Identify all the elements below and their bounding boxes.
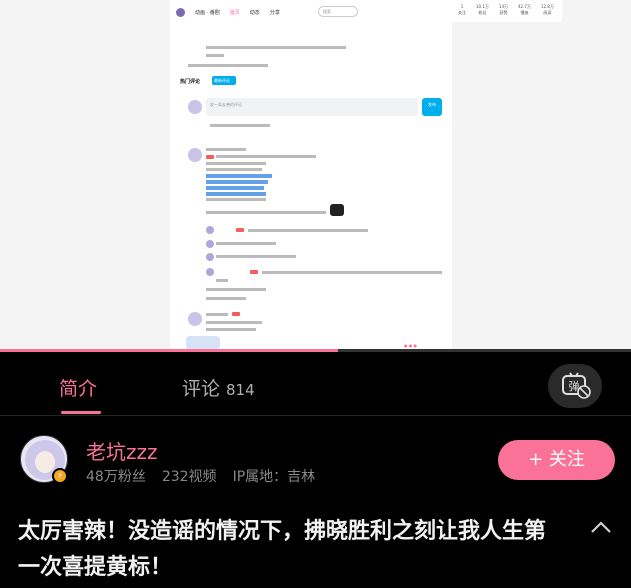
video-embedded-nav: 动画 · 番剧 首页 动态 分享 xyxy=(176,4,280,20)
embedded-nav-item: 动态 xyxy=(249,9,260,16)
embedded-text-line xyxy=(206,288,266,291)
embedded-comment-avatar xyxy=(188,148,202,162)
embedded-nav-item: 动画 · 番剧 xyxy=(195,9,220,16)
tab-comments-label: 评论 xyxy=(182,378,221,400)
video-player[interactable]: 动画 · 番剧 首页 动态 分享 搜索 1 关注 10.1万 粉丝 14万 获赞 42… xyxy=(0,0,631,350)
embedded-level-tag xyxy=(232,312,240,316)
tab-comments[interactable]: 评论 814 xyxy=(182,374,255,401)
uploader-meta: 48万粉丝 232视频 IP属地：吉林 xyxy=(86,466,315,486)
embedded-nav-item: 分享 xyxy=(269,9,280,16)
embedded-stat: 42.7万 播放 xyxy=(518,4,531,15)
embedded-level-tag xyxy=(206,155,214,159)
detail-tabs: 简介 评论 814 弹 xyxy=(0,352,631,416)
embedded-stats: 1 关注 10.1万 粉丝 14万 获赞 42.7万 播放 12.8万 阅读 xyxy=(458,4,554,16)
danmaku-toggle-button[interactable]: 弹 xyxy=(548,364,602,408)
chevron-up-icon[interactable] xyxy=(590,520,612,534)
embedded-text-line xyxy=(206,297,246,300)
embedded-footer-text: ● ● ● xyxy=(404,343,418,348)
embedded-reply-avatar xyxy=(206,240,214,248)
embedded-reply-avatar xyxy=(206,253,214,261)
embedded-avatar xyxy=(176,7,185,17)
embedded-text-line xyxy=(248,229,368,232)
embedded-text-line xyxy=(206,54,224,57)
embedded-highlight xyxy=(206,174,272,178)
embedded-send-button: 发布 xyxy=(422,98,442,116)
embedded-text-line xyxy=(206,313,228,316)
embedded-text-line xyxy=(206,162,266,165)
tab-intro-label: 简介 xyxy=(59,378,98,400)
embedded-text-line xyxy=(206,46,346,49)
video-letterbox-right xyxy=(452,0,631,350)
embedded-tab-hot: 热门评论 xyxy=(180,79,201,85)
embedded-stat: 1 关注 xyxy=(458,4,466,15)
tab-active-indicator xyxy=(61,411,101,414)
embedded-text-line xyxy=(216,255,296,258)
embedded-text-line xyxy=(206,321,262,324)
embedded-nav-item: 首页 xyxy=(229,9,240,16)
embedded-level-tag xyxy=(250,270,258,274)
embedded-search: 搜索 xyxy=(318,6,358,17)
embedded-highlight xyxy=(206,180,268,184)
embedded-reply-avatar xyxy=(206,268,214,276)
embedded-stat: 14万 获赞 xyxy=(498,4,508,15)
embedded-highlight xyxy=(206,192,266,196)
embedded-text-line xyxy=(262,271,442,274)
video-title: 太厉害辣！没造谣的情况下，拂晓胜利之刻让我人生第一次喜提黄标！ xyxy=(18,519,547,580)
embedded-text-line xyxy=(216,242,276,245)
embedded-highlight xyxy=(206,186,264,190)
embedded-text-line xyxy=(216,279,228,282)
uploader-name[interactable]: 老坑zzz xyxy=(86,436,158,465)
embedded-tab-new: 最新评论 xyxy=(212,76,236,85)
avatar-face xyxy=(35,451,55,473)
lightning-icon: ⚡ xyxy=(52,468,68,484)
video-letterbox-left xyxy=(0,0,170,350)
danmaku-off-icon: 弹 xyxy=(562,372,591,399)
embedded-text-line xyxy=(206,198,266,201)
embedded-sticker xyxy=(186,336,220,350)
embedded-emoticon xyxy=(330,204,344,216)
embedded-level-tag xyxy=(236,228,244,232)
embedded-text-line xyxy=(210,124,270,127)
embedded-user-avatar xyxy=(188,100,202,114)
embedded-text-line xyxy=(206,211,326,214)
tab-intro[interactable]: 简介 xyxy=(59,374,101,414)
uploader-fans: 48万粉丝 xyxy=(86,469,146,485)
follow-button[interactable]: + 关注 xyxy=(498,440,615,480)
embedded-text-line xyxy=(206,148,246,151)
embedded-comment-avatar xyxy=(188,312,202,326)
embedded-comment-input: 发一条友善的评论 xyxy=(206,98,418,116)
uploader-videos: 232视频 xyxy=(161,469,217,485)
uploader-ip: IP属地：吉林 xyxy=(232,469,316,485)
embedded-text-line xyxy=(216,155,316,158)
tab-comments-count: 814 xyxy=(226,381,255,399)
embedded-text-line xyxy=(206,328,256,331)
embedded-stat: 12.8万 阅读 xyxy=(540,4,554,15)
embedded-text-line xyxy=(188,64,268,67)
embedded-reply-avatar xyxy=(206,226,214,234)
embedded-stat: 10.1万 粉丝 xyxy=(476,4,489,15)
embedded-text-line xyxy=(206,168,262,171)
